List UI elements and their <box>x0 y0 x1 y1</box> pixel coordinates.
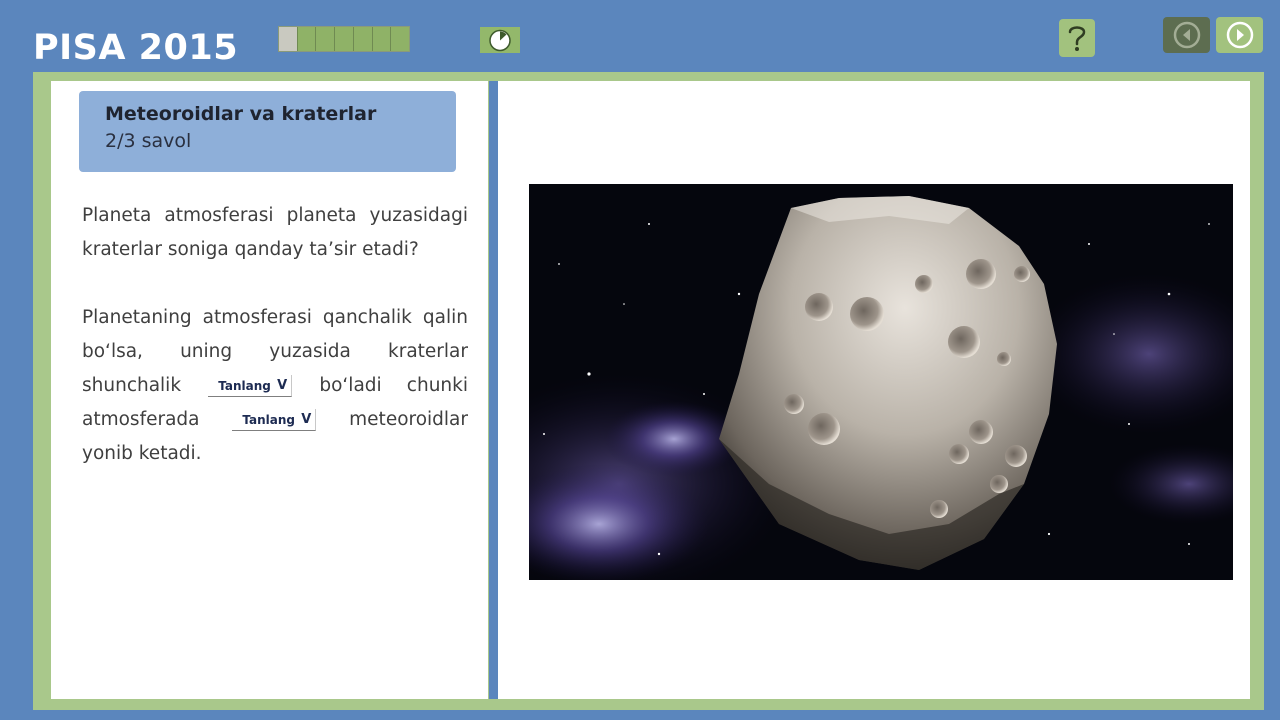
question-text: Planeta atmosferasi planeta yuzasidagi k… <box>82 199 468 471</box>
answer-dropdown-1[interactable]: Tanlang V <box>208 375 293 397</box>
timer-indicator <box>480 27 520 53</box>
progress-segment <box>316 27 336 51</box>
help-button[interactable] <box>1059 19 1095 57</box>
progress-segment <box>335 27 354 51</box>
stopwatch-icon <box>489 29 511 52</box>
asteroid-illustration <box>529 184 1233 580</box>
progress-segment <box>279 27 298 51</box>
arrow-left-circle-icon <box>1173 21 1200 49</box>
progress-segment <box>353 27 373 51</box>
answer-sentence: Planetaning atmosferasi qanchalik qalin … <box>82 301 468 471</box>
arrow-right-circle-icon <box>1226 21 1253 49</box>
dropdown-label: Tanlang <box>218 378 271 393</box>
question-mark-icon <box>1068 26 1086 51</box>
dropdown-label: Tanlang <box>242 412 295 427</box>
previous-button[interactable] <box>1163 17 1210 53</box>
next-button[interactable] <box>1216 17 1263 53</box>
unit-title: Meteoroidlar va kraterlar <box>105 103 377 125</box>
progress-bar <box>278 26 410 52</box>
progress-segment <box>391 27 410 51</box>
chevron-down-icon: V <box>301 411 312 427</box>
progress-segment <box>297 27 317 51</box>
answer-dropdown-2[interactable]: Tanlang V <box>232 409 317 431</box>
question-prompt: Planeta atmosferasi planeta yuzasidagi k… <box>82 205 468 260</box>
asteroid-image <box>529 184 1233 580</box>
question-counter: 2/3 savol <box>105 130 192 152</box>
pisa-logo: PISA 2015 <box>33 28 239 68</box>
progress-segment <box>372 27 392 51</box>
panel-divider <box>489 81 498 699</box>
question-header: Meteoroidlar va kraterlar 2/3 savol <box>79 91 456 172</box>
chevron-down-icon: V <box>277 377 288 393</box>
